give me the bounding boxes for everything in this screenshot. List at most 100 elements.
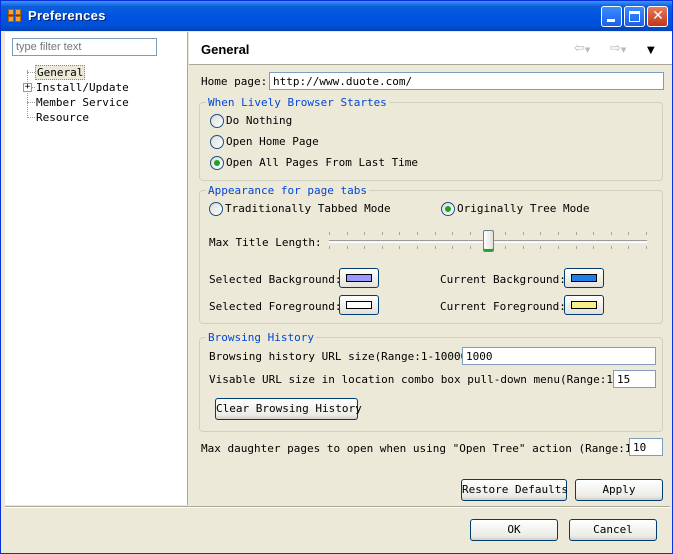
history-url-size-input[interactable]: 1000 <box>462 347 656 365</box>
slider-tick <box>435 232 436 235</box>
slider-tick <box>452 246 453 249</box>
slider-tick <box>399 232 400 235</box>
back-arrow-icon[interactable]: ⇦▼ <box>574 42 590 57</box>
tree-connector <box>27 102 35 103</box>
slider-tick <box>347 246 348 249</box>
selected-background-color-button[interactable] <box>339 268 379 288</box>
maximize-icon <box>629 11 640 22</box>
slider-tick <box>505 246 506 249</box>
close-icon: ✕ <box>652 8 664 24</box>
tree-connector <box>27 72 35 73</box>
slider-tick <box>364 232 365 235</box>
view-menu-icon[interactable]: ▼ <box>647 44 655 57</box>
tree-item-install-update[interactable]: Install/Update <box>35 80 130 95</box>
visable-url-size-input[interactable]: 15 <box>613 370 656 388</box>
radio-open-home-page[interactable]: Open Home Page <box>210 135 319 149</box>
window-title: Preferences <box>28 8 106 23</box>
tree-expand-icon[interactable]: + <box>23 83 32 92</box>
history-group-title: Browsing History <box>206 331 316 344</box>
slider-tick <box>593 246 594 249</box>
current-background-color-button[interactable] <box>564 268 604 288</box>
minimize-button[interactable] <box>601 6 622 27</box>
current-foreground-label: Current Foreground: <box>440 300 566 313</box>
max-title-length-label: Max Title Length: <box>209 236 322 249</box>
history-url-size-label: Browsing history URL size(Range:1-10000)… <box>209 350 481 363</box>
slider-tick <box>329 232 330 235</box>
slider-tick <box>523 246 524 249</box>
tree-item-member-service[interactable]: Member Service <box>35 95 130 110</box>
slider-tick <box>382 232 383 235</box>
forward-arrow-icon[interactable]: ⇨▼ <box>610 42 626 57</box>
slider-tick <box>540 232 541 235</box>
color-swatch <box>571 301 597 309</box>
slider-tick <box>452 232 453 235</box>
tree-item-general[interactable]: General <box>35 65 86 80</box>
radio-tree-mode[interactable]: Originally Tree Mode <box>441 202 589 216</box>
slider-tick <box>558 232 559 235</box>
home-page-input[interactable]: http://www.duote.com/ <box>269 72 664 90</box>
slider-tick <box>329 246 330 249</box>
maximize-button[interactable] <box>624 6 645 27</box>
current-foreground-color-button[interactable] <box>564 295 604 315</box>
slider-tick <box>628 232 629 235</box>
slider-tick <box>347 232 348 235</box>
slider-tick <box>364 246 365 249</box>
slider-tick <box>646 246 647 249</box>
filter-input[interactable] <box>12 38 157 56</box>
appearance-group-title: Appearance for page tabs <box>206 184 369 197</box>
dialog-separator <box>5 506 670 508</box>
max-daughter-pages-label: Max daughter pages to open when using "O… <box>201 442 665 455</box>
restore-defaults-button[interactable]: Restore Defaults <box>461 479 568 501</box>
slider-tick <box>399 246 400 249</box>
color-swatch <box>346 274 372 282</box>
startup-group: When Lively Browser Startes Do Nothing O… <box>199 96 663 181</box>
slider-tick <box>540 246 541 249</box>
preference-page: General ⇦▼ ⇨▼ ▼ Home page: http://www.du… <box>189 32 672 505</box>
slider-tick <box>611 232 612 235</box>
selected-foreground-color-button[interactable] <box>339 295 379 315</box>
minimize-icon <box>607 19 615 22</box>
slider-tick <box>646 232 647 235</box>
slider-tick <box>417 232 418 235</box>
slider-tick <box>417 246 418 249</box>
color-swatch <box>346 301 372 309</box>
page-title: General <box>201 42 250 57</box>
apply-button[interactable]: Apply <box>575 479 663 501</box>
slider-tick <box>382 246 383 249</box>
cancel-button[interactable]: Cancel <box>569 519 657 541</box>
tree-item-resource[interactable]: Resource <box>35 110 90 125</box>
slider-tick <box>611 246 612 249</box>
max-daughter-pages-input[interactable]: 10 <box>629 438 663 456</box>
clear-history-button[interactable]: Clear Browsing History <box>215 398 362 420</box>
slider-tick <box>593 232 594 235</box>
preferences-window: Preferences ✕ + General Install/Update M… <box>0 0 673 554</box>
current-background-label: Current Background: <box>440 273 566 286</box>
ok-button[interactable]: OK <box>470 519 558 541</box>
slider-tick <box>576 232 577 235</box>
slider-tick <box>470 232 471 235</box>
radio-open-last-pages[interactable]: Open All Pages From Last Time <box>210 156 418 170</box>
visable-url-size-label: Visable URL size in location combo box p… <box>209 373 647 386</box>
tree-connector <box>27 70 28 118</box>
max-title-slider-thumb[interactable] <box>483 230 494 252</box>
slider-tick <box>435 246 436 249</box>
slider-tick <box>505 232 506 235</box>
slider-tick <box>470 246 471 249</box>
selected-foreground-label: Selected Foreground: <box>209 300 342 313</box>
close-button[interactable]: ✕ <box>647 6 668 27</box>
title-bar[interactable]: Preferences ✕ <box>1 1 672 31</box>
page-header: General ⇦▼ ⇨▼ ▼ <box>189 32 672 65</box>
slider-tick <box>576 246 577 249</box>
color-swatch <box>571 274 597 282</box>
startup-group-title: When Lively Browser Startes <box>206 96 389 109</box>
tree-connector <box>27 117 35 118</box>
selected-background-label: Selected Background: <box>209 273 342 286</box>
slider-tick <box>523 232 524 235</box>
radio-tabbed-mode[interactable]: Traditionally Tabbed Mode <box>209 202 391 216</box>
preferences-app-icon <box>8 9 22 23</box>
home-page-label: Home page: <box>201 75 268 88</box>
preference-tree-pane: + General Install/Update Member Service … <box>5 32 188 505</box>
slider-tick <box>628 246 629 249</box>
slider-tick <box>558 246 559 249</box>
radio-do-nothing[interactable]: Do Nothing <box>210 114 292 128</box>
